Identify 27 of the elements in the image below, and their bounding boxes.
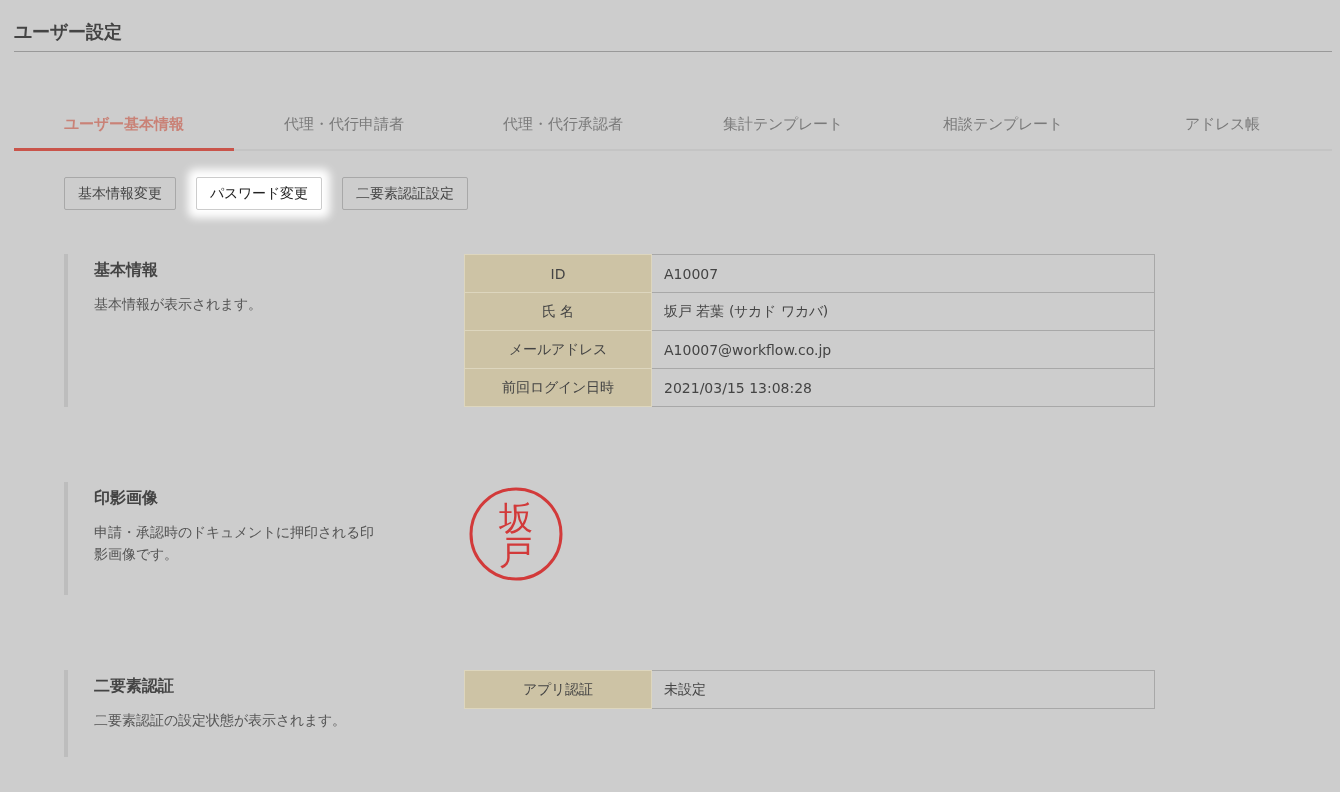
tab[interactable]: ユーザー基本情報 [14, 100, 234, 151]
table-header-cell: ID [464, 254, 652, 293]
table-cell: 未設定 [651, 670, 1155, 709]
table-header-cell: アプリ認証 [464, 670, 652, 709]
section-description: 基本情報が表示されます。 [94, 295, 263, 314]
action-button[interactable]: 二要素認証設定 [342, 177, 468, 210]
table-header-cell: 前回ログイン日時 [464, 368, 652, 407]
section-title: 基本情報 [94, 260, 159, 281]
table-cell: 坂戸 若葉 (サカド ワカバ) [651, 292, 1155, 331]
tab[interactable]: 代理・代行承認者 [453, 100, 673, 148]
section-title: 二要素認証 [94, 676, 175, 697]
page-title: ユーザー設定 [14, 0, 1332, 52]
table-cell: A10007@workflow.co.jp [651, 330, 1155, 369]
tab[interactable]: 相談テンプレート [892, 100, 1113, 148]
tab[interactable]: アドレス帳 [1112, 100, 1333, 148]
action-button[interactable]: パスワード変更 [196, 177, 322, 210]
section-description: 申請・承認時のドキュメントに押印される印影画像です。 [94, 523, 374, 564]
action-button[interactable]: 基本情報変更 [64, 177, 176, 210]
table-cell: 2021/03/15 13:08:28 [651, 368, 1155, 407]
tab[interactable]: 代理・代行申請者 [233, 100, 454, 148]
section-title: 印影画像 [94, 488, 159, 509]
table-cell: A10007 [651, 254, 1155, 293]
table-header-cell: 氏 名 [464, 292, 652, 331]
seal-stamp-image: 坂戸 [468, 486, 564, 582]
section-description: 二要素認証の設定状態が表示されます。 [94, 711, 347, 730]
table-header-cell: メールアドレス [464, 330, 652, 369]
tab[interactable]: 集計テンプレート [673, 100, 893, 148]
